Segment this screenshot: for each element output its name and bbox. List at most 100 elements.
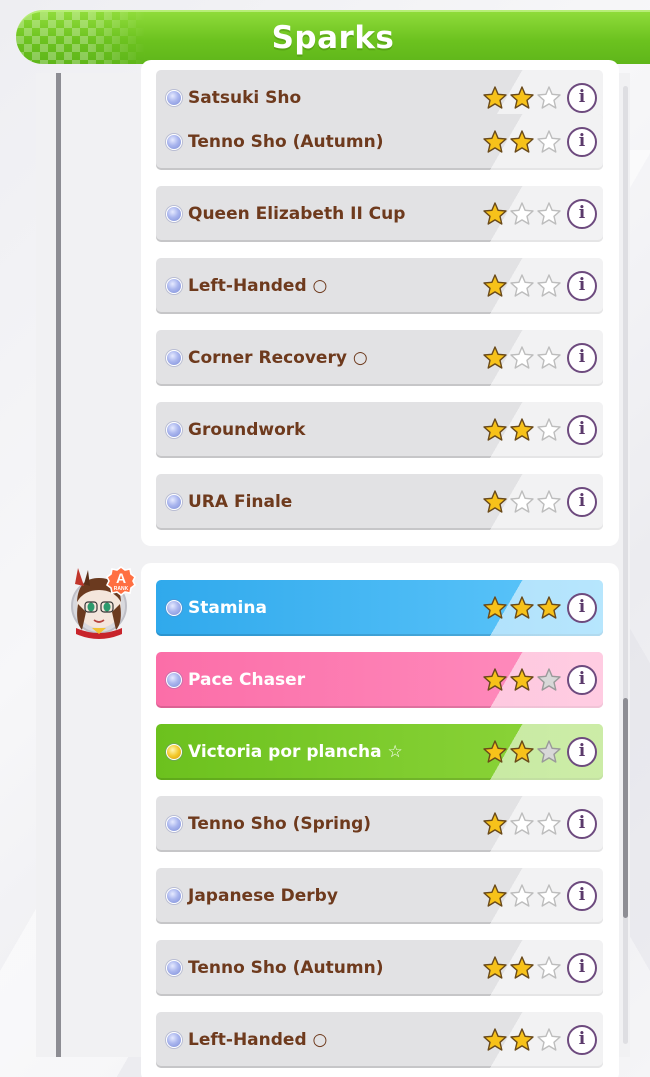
rank-badge-icon: A RANK: [106, 566, 136, 596]
star-empty-icon: [537, 274, 561, 297]
star-rating: [482, 85, 563, 111]
info-button[interactable]: i: [567, 487, 597, 517]
info-button[interactable]: i: [567, 737, 597, 767]
star-filled-icon: [483, 274, 507, 297]
blue-orb-icon: [166, 278, 182, 294]
star-empty-icon: [537, 418, 561, 441]
star-filled-icon: [510, 956, 534, 979]
star-rating: [482, 129, 563, 155]
star-filled-icon: [483, 812, 507, 835]
star-rating: [482, 739, 563, 765]
star-empty-icon: [537, 956, 561, 979]
star-rating: [482, 955, 563, 981]
star-filled-icon: [537, 596, 561, 619]
star-rating: [482, 1027, 563, 1053]
star-empty-icon: [537, 490, 561, 513]
star-rating: [482, 811, 563, 837]
blue-orb-icon: [166, 888, 182, 904]
info-button[interactable]: i: [567, 343, 597, 373]
star-rating: [482, 345, 563, 371]
star-empty-icon: [537, 130, 561, 153]
spark-label: Victoria por plancha ☆: [188, 742, 403, 762]
star-empty-icon: [510, 884, 534, 907]
info-button[interactable]: i: [567, 809, 597, 839]
star-empty-icon: [510, 346, 534, 369]
star-empty-icon: [537, 86, 561, 109]
star-empty-icon: [537, 740, 561, 763]
spark-row[interactable]: Japanese Derby i: [156, 868, 603, 924]
star-empty-icon: [510, 202, 534, 225]
spark-row[interactable]: Pace Chaser i: [156, 652, 603, 708]
star-filled-icon: [510, 596, 534, 619]
star-filled-icon: [483, 884, 507, 907]
spark-row[interactable]: Tenno Sho (Autumn) i: [156, 940, 603, 996]
spark-row[interactable]: Tenno Sho (Spring) i: [156, 796, 603, 852]
spark-row[interactable]: Stamina i: [156, 580, 603, 636]
star-empty-icon: [510, 274, 534, 297]
spark-label: Corner Recovery ○: [188, 348, 368, 368]
info-button[interactable]: i: [567, 953, 597, 983]
rank-caption: RANK: [114, 586, 129, 592]
blue-orb-icon: [166, 672, 182, 688]
spark-row[interactable]: Corner Recovery ○ i: [156, 330, 603, 386]
info-button[interactable]: i: [567, 881, 597, 911]
info-button[interactable]: i: [567, 1025, 597, 1055]
spark-label: Pace Chaser: [188, 670, 306, 690]
star-rating: [482, 417, 563, 443]
star-filled-icon: [510, 130, 534, 153]
spark-row[interactable]: URA Finale i: [156, 474, 603, 530]
scrollbar-thumb[interactable]: [623, 698, 628, 918]
star-filled-icon: [510, 668, 534, 691]
spark-label: Stamina: [188, 598, 267, 618]
spark-label: Left-Handed ○: [188, 276, 328, 296]
star-rating: [482, 489, 563, 515]
spark-row[interactable]: Tenno Sho (Autumn) i: [156, 114, 603, 170]
spark-label: Groundwork: [188, 420, 306, 440]
star-empty-icon: [537, 884, 561, 907]
blue-orb-icon: [166, 1032, 182, 1048]
page-title: Sparks: [271, 20, 395, 56]
star-filled-icon: [483, 596, 507, 619]
spark-row[interactable]: Left-Handed ○ i: [156, 1012, 603, 1068]
info-button[interactable]: i: [567, 593, 597, 623]
star-rating: [482, 201, 563, 227]
spark-row[interactable]: Victoria por plancha ☆ i: [156, 724, 603, 780]
spark-row[interactable]: Left-Handed ○ i: [156, 258, 603, 314]
star-empty-icon: [510, 812, 534, 835]
rank-letter: A: [116, 570, 126, 586]
star-rating: [482, 595, 563, 621]
blue-orb-icon: [166, 494, 182, 510]
star-filled-icon: [483, 202, 507, 225]
info-button[interactable]: i: [567, 83, 597, 113]
star-empty-icon: [537, 202, 561, 225]
gold-orb-icon: [166, 744, 182, 760]
info-button[interactable]: i: [567, 127, 597, 157]
star-filled-icon: [483, 346, 507, 369]
spark-label: Left-Handed ○: [188, 1030, 328, 1050]
blue-orb-icon: [166, 422, 182, 438]
star-empty-icon: [537, 668, 561, 691]
star-filled-icon: [510, 418, 534, 441]
star-empty-icon: [537, 812, 561, 835]
star-filled-icon: [510, 1028, 534, 1051]
character-avatar[interactable]: A RANK: [66, 564, 138, 640]
star-filled-icon: [483, 956, 507, 979]
spark-row[interactable]: Groundwork i: [156, 402, 603, 458]
spark-label: Tenno Sho (Autumn): [188, 132, 384, 152]
info-button[interactable]: i: [567, 199, 597, 229]
star-rating: [482, 883, 563, 909]
spark-row[interactable]: Queen Elizabeth II Cup i: [156, 186, 603, 242]
star-filled-icon: [483, 740, 507, 763]
star-filled-icon: [483, 668, 507, 691]
star-filled-icon: [483, 86, 507, 109]
blue-orb-icon: [166, 816, 182, 832]
star-filled-icon: [483, 418, 507, 441]
blue-orb-icon: [166, 134, 182, 150]
blue-orb-icon: [166, 90, 182, 106]
spark-label: Tenno Sho (Spring): [188, 814, 372, 834]
info-button[interactable]: i: [567, 665, 597, 695]
spark-label: Tenno Sho (Autumn): [188, 958, 384, 978]
star-rating: [482, 667, 563, 693]
info-button[interactable]: i: [567, 415, 597, 445]
info-button[interactable]: i: [567, 271, 597, 301]
